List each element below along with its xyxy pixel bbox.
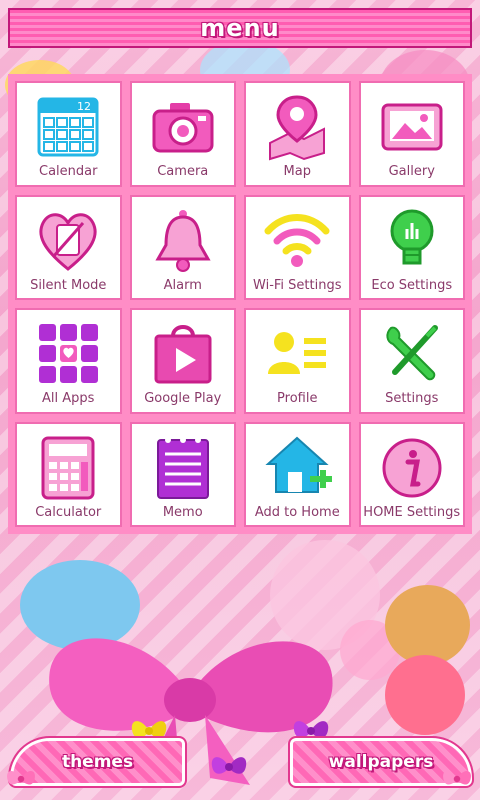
silent-mode-icon bbox=[39, 212, 97, 271]
calendar-icon: 12 bbox=[37, 97, 99, 157]
tile-add-to-home[interactable]: Add to Home bbox=[244, 421, 351, 527]
tile-label: Alarm bbox=[163, 277, 202, 293]
purple-bow-decoration bbox=[211, 757, 247, 774]
calendar-badge: 12 bbox=[77, 100, 91, 113]
gallery-icon bbox=[381, 103, 443, 151]
tile-calculator[interactable]: Calculator bbox=[15, 421, 122, 527]
wallpapers-button-label: wallpapers bbox=[328, 752, 434, 772]
tile-alarm[interactable]: Alarm bbox=[129, 194, 236, 300]
play-bag-icon bbox=[154, 325, 212, 384]
tile-label: Calendar bbox=[39, 164, 98, 179]
tile-wifi-settings[interactable]: Wi-Fi Settings bbox=[244, 194, 351, 300]
wifi-icon bbox=[264, 213, 330, 267]
tile-settings[interactable]: Settings bbox=[358, 308, 465, 414]
tile-all-apps[interactable]: All Apps bbox=[15, 308, 122, 414]
tile-label: Silent Mode bbox=[30, 277, 107, 293]
tile-eco-settings[interactable]: Eco Settings bbox=[358, 194, 465, 300]
wrench-screwdriver-icon bbox=[386, 325, 438, 381]
tile-profile[interactable]: Profile bbox=[244, 308, 351, 414]
apps-grid-icon bbox=[39, 324, 99, 383]
candy-decoration bbox=[385, 655, 465, 735]
tile-label: Add to Home bbox=[254, 504, 340, 520]
tile-camera[interactable]: Camera bbox=[129, 81, 236, 187]
map-pin-icon bbox=[269, 95, 326, 161]
cookie-decoration bbox=[385, 585, 470, 665]
tile-gallery[interactable]: Gallery bbox=[358, 81, 465, 187]
tile-label: HOME Settings bbox=[363, 504, 461, 520]
tile-google-play[interactable]: Google Play bbox=[129, 308, 236, 414]
tile-label: Settings bbox=[385, 391, 439, 406]
page-title: menu bbox=[200, 14, 280, 42]
tile-label: Gallery bbox=[388, 164, 435, 179]
menu-header: menu bbox=[8, 8, 472, 48]
profile-icon bbox=[268, 332, 327, 374]
calculator-icon bbox=[41, 436, 95, 499]
camera-icon bbox=[152, 103, 214, 153]
app-grid: 12 Calendar Camera Map Gallery Silent Mo… bbox=[8, 74, 472, 534]
memo-icon bbox=[156, 436, 209, 499]
bell-icon bbox=[155, 209, 211, 272]
tile-label: Wi-Fi Settings bbox=[253, 277, 342, 293]
tile-label: All Apps bbox=[42, 391, 95, 406]
pink-bow-decoration bbox=[7, 771, 35, 785]
tile-label: Profile bbox=[277, 391, 318, 406]
tile-calendar[interactable]: 12 Calendar bbox=[15, 81, 122, 187]
tile-label: Map bbox=[283, 164, 311, 179]
themes-button-label: themes bbox=[61, 752, 134, 772]
bulb-icon bbox=[390, 209, 434, 264]
add-home-icon bbox=[265, 436, 333, 493]
tile-label: Camera bbox=[157, 164, 209, 179]
tile-home-settings[interactable]: HOME Settings bbox=[358, 421, 465, 527]
tile-label: Memo bbox=[162, 504, 203, 520]
tile-label: Google Play bbox=[144, 391, 222, 406]
tile-silent-mode[interactable]: Silent Mode bbox=[15, 194, 122, 300]
pink-bow-decoration bbox=[443, 771, 471, 785]
tile-label: Eco Settings bbox=[371, 277, 453, 293]
info-icon bbox=[382, 438, 442, 497]
tile-label: Calculator bbox=[35, 504, 102, 520]
tile-map[interactable]: Map bbox=[244, 81, 351, 187]
tile-memo[interactable]: Memo bbox=[129, 421, 236, 527]
